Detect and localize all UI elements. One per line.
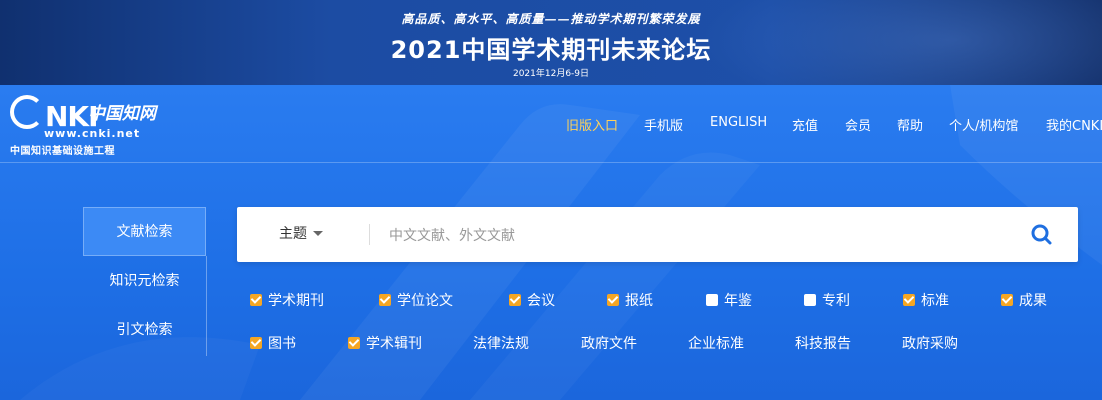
nav-help[interactable]: 帮助 <box>897 115 923 134</box>
filter-label: 报纸 <box>625 293 653 309</box>
nav-english[interactable]: ENGLISH <box>710 115 767 130</box>
checkbox-checked[interactable] <box>348 337 360 349</box>
search-icon <box>1031 224 1052 245</box>
filter-standards[interactable]: 标准 <box>903 292 949 310</box>
filter-label: 学术辑刊 <box>366 336 422 352</box>
tab-literature-search[interactable]: 文献检索 <box>83 207 206 256</box>
checkbox-checked[interactable] <box>1001 294 1013 306</box>
search-button[interactable] <box>1028 221 1056 249</box>
filter-label: 标准 <box>921 293 949 309</box>
checkbox-checked[interactable] <box>607 294 619 306</box>
filter-books[interactable]: 图书 <box>250 335 296 353</box>
search-input[interactable] <box>387 221 1011 250</box>
nav-personal-institution[interactable]: 个人/机构馆 <box>949 115 1018 134</box>
tab-knowledge-search[interactable]: 知识元检索 <box>83 257 206 305</box>
link-enterprise-standards[interactable]: 企业标准 <box>688 335 744 353</box>
banner-title: 2021中国学术期刊未来论坛 <box>390 36 712 64</box>
nav-recharge[interactable]: 充值 <box>792 115 818 134</box>
filter-label: 成果 <box>1019 293 1047 309</box>
search-box: 主题 <box>237 207 1078 262</box>
checkbox-unchecked[interactable] <box>804 294 816 306</box>
filter-achievements[interactable]: 成果 <box>1001 292 1047 310</box>
main-area: NKI 中国知网 www.cnki.net 中国知识基础设施工程 旧版入口 手机… <box>0 85 1102 400</box>
logo-cn-name: 中国知网 <box>88 104 156 124</box>
search-field-label: 主题 <box>279 226 307 242</box>
nav-member[interactable]: 会员 <box>845 115 871 134</box>
filter-conferences[interactable]: 会议 <box>509 292 555 310</box>
banner-slogan: 高品质、高水平、高质量——推动学术期刊繁荣发展 <box>401 12 701 26</box>
checkbox-checked[interactable] <box>509 294 521 306</box>
nav-old-version[interactable]: 旧版入口 <box>566 115 618 134</box>
filter-label: 会议 <box>527 293 555 309</box>
cnki-logo[interactable]: NKI 中国知网 www.cnki.net 中国知识基础设施工程 <box>10 95 170 157</box>
link-tech-reports[interactable]: 科技报告 <box>795 335 851 353</box>
filter-academic-collections[interactable]: 学术辑刊 <box>348 335 422 353</box>
filter-academic-journals[interactable]: 学术期刊 <box>250 292 324 310</box>
checkbox-checked[interactable] <box>379 294 391 306</box>
banner-date: 2021年12月6-9日 <box>512 69 590 79</box>
filter-label: 学术期刊 <box>268 293 324 309</box>
checkbox-unchecked[interactable] <box>706 294 718 306</box>
filter-label: 年鉴 <box>724 293 752 309</box>
tabs-divider <box>206 256 207 356</box>
logo-subtitle: 中国知识基础设施工程 <box>10 146 115 157</box>
link-laws-regulations[interactable]: 法律法规 <box>473 335 529 353</box>
nav-my-cnki[interactable]: 我的CNKI <box>1046 115 1102 134</box>
header-divider <box>0 162 1102 163</box>
event-banner[interactable]: 高品质、高水平、高质量——推动学术期刊繁荣发展 2021中国学术期刊未来论坛 2… <box>0 0 1102 85</box>
filter-newspapers[interactable]: 报纸 <box>607 292 653 310</box>
filter-label: 图书 <box>268 336 296 352</box>
logo-url: www.cnki.net <box>44 127 141 140</box>
filter-label: 学位论文 <box>397 293 453 309</box>
filter-label: 专利 <box>822 293 850 309</box>
tab-citation-search[interactable]: 引文检索 <box>83 306 206 354</box>
search-separator <box>369 224 370 245</box>
checkbox-checked[interactable] <box>903 294 915 306</box>
filter-dissertations[interactable]: 学位论文 <box>379 292 453 310</box>
checkbox-checked[interactable] <box>250 294 262 306</box>
link-government-documents[interactable]: 政府文件 <box>581 335 637 353</box>
search-field-select[interactable]: 主题 <box>279 207 323 262</box>
filter-patents[interactable]: 专利 <box>804 292 850 310</box>
filter-yearbooks[interactable]: 年鉴 <box>706 292 752 310</box>
caret-down-icon <box>313 231 323 236</box>
globe-icon <box>10 95 44 129</box>
checkbox-checked[interactable] <box>250 337 262 349</box>
nav-mobile[interactable]: 手机版 <box>644 115 683 134</box>
link-government-procurement[interactable]: 政府采购 <box>902 335 958 353</box>
